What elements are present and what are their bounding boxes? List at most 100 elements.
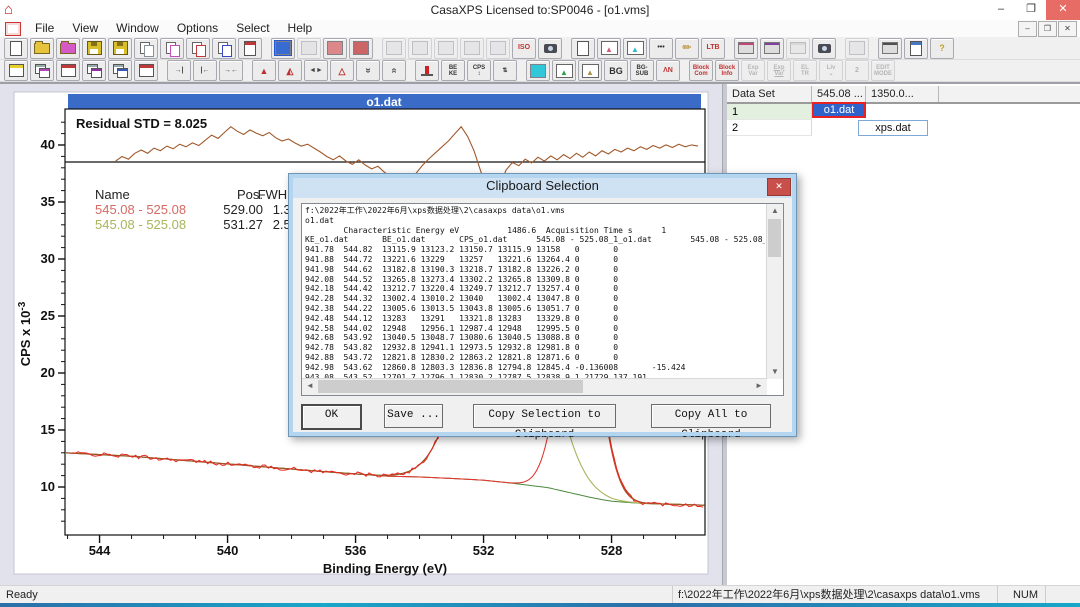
clipboard-text-area[interactable]: f:\2022年工作\2022年6月\xps数据处理\2\casaxps dat… <box>301 203 784 396</box>
save-as-button[interactable] <box>108 38 132 59</box>
mdi-close-button[interactable]: ✕ <box>1058 21 1077 37</box>
horizontal-scrollbar[interactable]: ◄ ► <box>302 378 767 395</box>
svg-text:532: 532 <box>473 543 495 558</box>
shift-left-icon: |← <box>201 67 210 75</box>
open-file-button[interactable] <box>30 38 54 59</box>
vertical-scrollbar[interactable]: ▲ ▼ <box>766 204 783 379</box>
reset-view-icon <box>530 64 546 78</box>
tile-window-button[interactable] <box>4 60 28 81</box>
close-window-icon <box>61 64 76 77</box>
export-page-button[interactable] <box>238 38 262 59</box>
close-button[interactable]: ✕ <box>1046 0 1080 20</box>
block-info-button[interactable]: Block Info <box>715 60 739 81</box>
clipboard-data-text[interactable]: f:\2022年工作\2022年6月\xps数据处理\2\casaxps dat… <box>305 206 765 378</box>
column-header-region2[interactable]: 1350.0... <box>866 86 939 102</box>
scroll-down-button[interactable]: « <box>382 60 406 81</box>
iso-button[interactable]: ISO <box>512 38 536 59</box>
horizontal-scroll-thumb[interactable] <box>318 380 583 393</box>
counts-button[interactable]: ⇅ <box>493 60 517 81</box>
row-1-label[interactable]: 1 <box>727 104 812 120</box>
paste-button[interactable] <box>212 38 236 59</box>
menu-item-help[interactable]: Help <box>279 20 322 37</box>
row-2-label[interactable]: 2 <box>727 120 812 136</box>
overlay-spectra-button[interactable]: ▲ <box>552 60 576 81</box>
menu-item-window[interactable]: Window <box>107 20 168 37</box>
column-header-dataset[interactable]: Data Set <box>727 86 812 102</box>
menu-item-file[interactable]: File <box>26 20 63 37</box>
dataset-o1-cell[interactable]: o1.dat <box>812 102 866 118</box>
dialog-close-icon[interactable]: ✕ <box>767 178 791 196</box>
ok-button[interactable]: OK <box>301 404 362 430</box>
print-button[interactable] <box>878 38 902 59</box>
minimize-button[interactable]: – <box>986 0 1016 20</box>
cascade-windows-icon <box>35 64 49 77</box>
peak-left-button[interactable]: ◭ <box>278 60 302 81</box>
ltb-button[interactable]: LTB <box>701 38 725 59</box>
close-window-button[interactable] <box>56 60 80 81</box>
page-layout-button[interactable] <box>571 38 595 59</box>
block-comment-button[interactable]: Block Com <box>689 60 713 81</box>
zoom-peak-button[interactable]: ▲ <box>252 60 276 81</box>
dialog-titlebar[interactable]: Clipboard Selection ✕ <box>289 174 796 198</box>
cascade-windows-button[interactable] <box>30 60 54 81</box>
print-preview-button[interactable] <box>904 38 928 59</box>
collapse-range-button[interactable]: →← <box>219 60 243 81</box>
save-button[interactable] <box>82 38 106 59</box>
zoom-view-button[interactable]: ▲ <box>623 38 647 59</box>
dots-button[interactable]: ••• <box>649 38 673 59</box>
clipboard-selection-dialog: Clipboard Selection ✕ f:\2022年工作\2022年6月… <box>288 173 797 437</box>
bg-button[interactable]: BG <box>604 60 628 81</box>
vertical-scroll-thumb[interactable] <box>768 219 781 257</box>
camera-button[interactable] <box>538 38 562 59</box>
counts-icon: ⇅ <box>502 68 507 74</box>
processing-dialog-button[interactable] <box>271 38 295 59</box>
shift-left-button[interactable]: |← <box>193 60 217 81</box>
help-button[interactable]: ? <box>930 38 954 59</box>
save-button[interactable]: Save ... <box>384 404 443 428</box>
element-library-button[interactable] <box>323 38 347 59</box>
menu-item-select[interactable]: Select <box>227 20 278 37</box>
step-marker-button[interactable] <box>415 60 439 81</box>
new-file-button[interactable] <box>4 38 28 59</box>
menu-item-view[interactable]: View <box>63 20 107 37</box>
tile-all-button[interactable] <box>108 60 132 81</box>
menu-item-options[interactable]: Options <box>168 20 227 37</box>
svg-text:Residual STD = 8.025: Residual STD = 8.025 <box>76 116 207 131</box>
red-tile-button[interactable] <box>134 60 158 81</box>
zoom-reset-button[interactable]: △ <box>330 60 354 81</box>
printer-page-button[interactable] <box>760 38 784 59</box>
exp-var-icon: Exp Var <box>747 65 758 77</box>
reset-view-button[interactable] <box>526 60 550 81</box>
maximize-button[interactable]: ❐ <box>1016 0 1046 20</box>
copy-all-button[interactable]: Copy All to Clipboard <box>651 404 771 428</box>
scroll-down-icon[interactable]: ▼ <box>767 365 783 379</box>
printer-tile-button[interactable] <box>734 38 758 59</box>
be-ke-button[interactable]: BE KE <box>441 60 465 81</box>
quantify-icon <box>301 41 317 55</box>
cps-button[interactable]: CPS ↕ <box>467 60 491 81</box>
copy-page-button[interactable] <box>160 38 184 59</box>
windows-purple-button[interactable] <box>82 60 106 81</box>
expand-x-button[interactable]: ◄► <box>304 60 328 81</box>
red-tile-icon <box>139 64 154 77</box>
open-convert-button[interactable] <box>56 38 80 59</box>
copy-selection-button[interactable]: Copy Selection to Clipboard <box>473 404 616 428</box>
bg-sub-button[interactable]: BG- SUB <box>630 60 654 81</box>
scroll-up-icon[interactable]: ▲ <box>767 204 783 218</box>
camera2-button[interactable] <box>812 38 836 59</box>
dataset-xps-cell[interactable]: xps.dat <box>858 120 928 136</box>
column-header-region1[interactable]: 545.08 ... <box>812 86 866 102</box>
scroll-left-icon[interactable]: ◄ <box>302 379 318 393</box>
paste-vamas-button[interactable] <box>186 38 210 59</box>
scroll-right-icon[interactable]: ► <box>751 379 767 393</box>
stack-spectra-button[interactable]: ▲ <box>578 60 602 81</box>
mdi-restore-button[interactable]: ❐ <box>1038 21 1057 37</box>
shift-right-button[interactable]: →| <box>167 60 191 81</box>
scroll-up-button[interactable]: « <box>356 60 380 81</box>
spectrum-view-button[interactable]: ▲ <box>597 38 621 59</box>
annotation-button[interactable] <box>349 38 373 59</box>
pencil-button[interactable]: ✏ <box>675 38 699 59</box>
copy-button[interactable] <box>134 38 158 59</box>
mdi-minimize-button[interactable]: – <box>1018 21 1037 37</box>
fit-peaks-button[interactable]: ΛN <box>656 60 680 81</box>
